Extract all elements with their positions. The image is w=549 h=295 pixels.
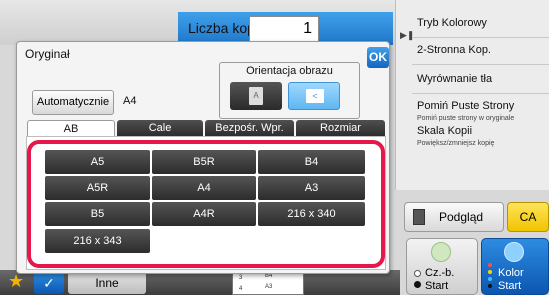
auto-value: A4	[123, 95, 137, 107]
size-button[interactable]: A5	[45, 150, 150, 174]
preview-button[interactable]: Podgląd	[404, 202, 504, 232]
size-button[interactable]: A4	[152, 176, 256, 200]
bw-start-sublabel: Start	[425, 280, 449, 292]
preview-label: Podgląd	[439, 210, 484, 224]
size-button[interactable]: 216 x 340	[258, 202, 365, 226]
copies-input[interactable]: 1	[249, 16, 319, 42]
bw-start-label: Cz.-b.	[425, 267, 455, 279]
setting-label: Pomiń Puste Strony	[417, 100, 515, 112]
tab-inches[interactable]: Cale	[117, 120, 203, 137]
color-start-label: Kolor	[498, 267, 524, 279]
ok-button[interactable]: OK	[367, 47, 389, 68]
size-button[interactable]: 216 x 343	[45, 229, 150, 253]
setting-sublabel: Pomiń puste strony w oryginale	[417, 115, 515, 122]
orientation-landscape-button[interactable]: <	[288, 82, 340, 110]
size-button[interactable]: A3	[258, 176, 365, 200]
other-button[interactable]: Inne	[68, 272, 146, 294]
start-icon	[504, 242, 524, 262]
radio-icon	[414, 281, 421, 288]
orientation-label: Orientacja obrazu	[246, 65, 333, 77]
thumb-num: 4	[239, 286, 243, 292]
setting-color-mode[interactable]: Tryb Kolorowy	[417, 17, 549, 29]
divider	[412, 93, 549, 94]
color-start-button[interactable]: Kolor Start	[481, 238, 549, 295]
color-start-sublabel: Start	[498, 280, 522, 292]
divider	[412, 37, 549, 38]
preview-icon	[413, 209, 425, 225]
clear-all-button[interactable]: CA	[507, 202, 549, 232]
size-button[interactable]: B5R	[152, 150, 256, 174]
setting-sublabel: Powiększ/zmniejsz kopię	[417, 140, 495, 147]
thumb-size: A3	[265, 284, 273, 290]
setting-label: Tryb Kolorowy	[417, 17, 487, 29]
color-dot-icon	[488, 263, 492, 267]
setting-skip-blank[interactable]: Pomiń Puste Strony Pomiń puste strony w o…	[417, 101, 549, 124]
setting-label: Skala Kopii	[417, 125, 473, 137]
thumb-num: 3	[239, 275, 243, 281]
color-dot-icon	[488, 277, 492, 281]
size-button[interactable]: B5	[45, 202, 150, 226]
size-button[interactable]: B4	[258, 150, 365, 174]
size-button[interactable]: A4R	[152, 202, 256, 226]
tab-custom-size[interactable]: Rozmiar Niestand.	[296, 120, 385, 151]
color-dot-icon	[488, 284, 492, 288]
tab-direct-entry[interactable]: Bezpośr. Wpr.	[205, 120, 294, 137]
setting-zoom[interactable]: Skala Kopii Powiększ/zmniejsz kopię	[417, 126, 549, 149]
portrait-page-icon: A	[249, 87, 263, 105]
star-icon[interactable]: ★	[8, 271, 24, 292]
size-button[interactable]: A5R	[45, 176, 150, 200]
start-icon	[431, 242, 451, 262]
setting-label: 2-Stronna Kop.	[417, 44, 491, 56]
color-dot-icon	[488, 270, 492, 274]
auto-button[interactable]: Automatycznie	[32, 90, 114, 115]
bw-start-button[interactable]: Cz.-b. Start	[406, 238, 478, 295]
landscape-page-icon: <	[306, 89, 324, 103]
radio-icon	[414, 270, 421, 277]
dialog-title: Oryginał	[25, 47, 70, 61]
setting-label: Wyrównanie tła	[417, 73, 493, 85]
tab-ab[interactable]: AB	[27, 120, 115, 137]
setting-duplex[interactable]: 2-Stronna Kop.	[417, 44, 549, 56]
panel-toggle-icon[interactable]: ▶❚	[400, 30, 414, 41]
check-icon[interactable]: ✓	[34, 272, 64, 294]
orientation-portrait-button[interactable]: A	[230, 82, 282, 110]
divider	[412, 64, 549, 65]
setting-background[interactable]: Wyrównanie tła	[417, 73, 549, 85]
